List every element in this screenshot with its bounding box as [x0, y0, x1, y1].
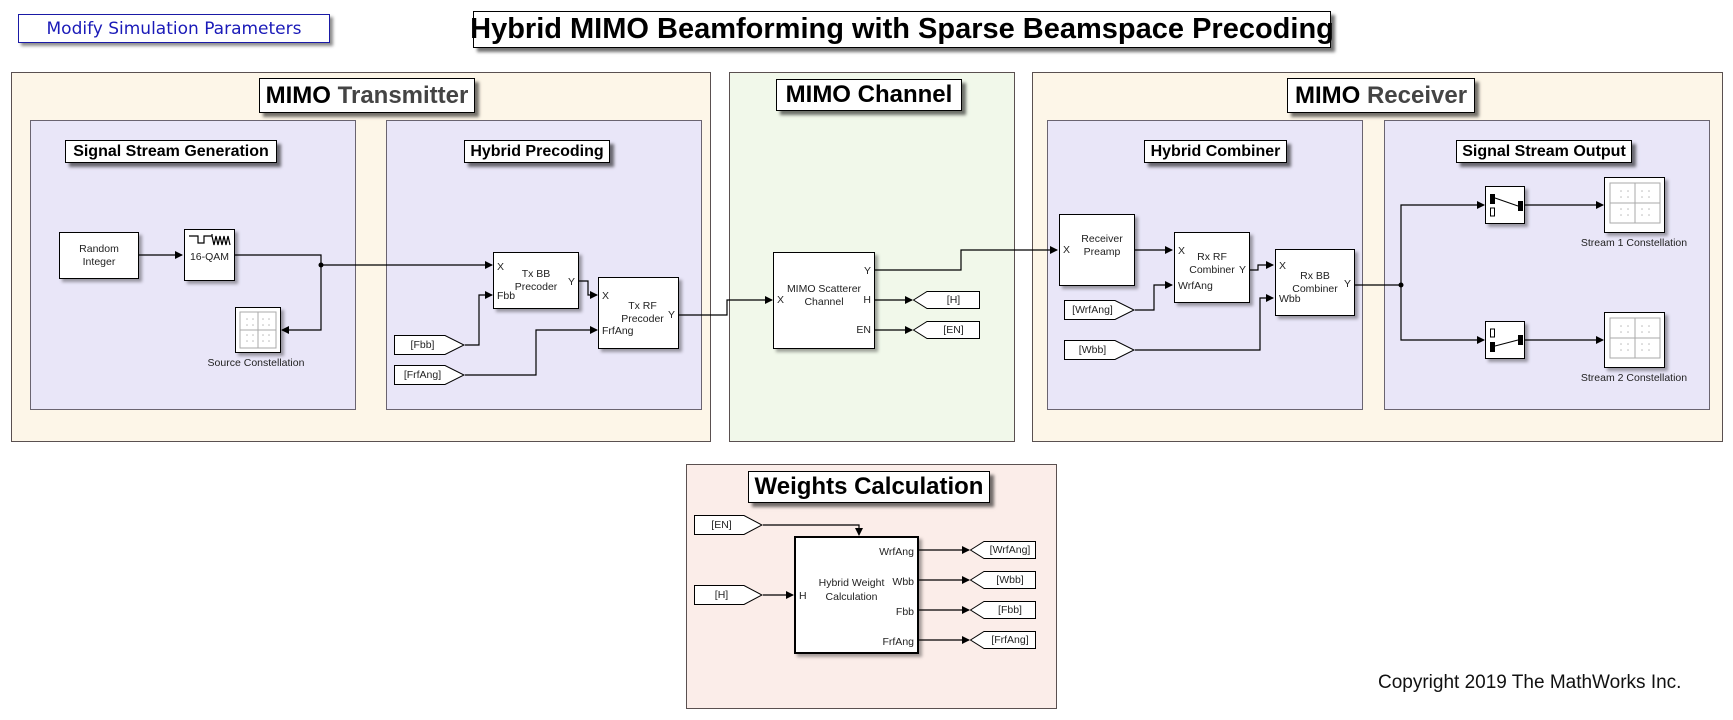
copyright-notice: Copyright 2019 The MathWorks Inc.: [1378, 672, 1682, 693]
from-tag-h-label: [H]: [714, 589, 729, 601]
wire-wrfang-to-rxrf: [1135, 281, 1173, 311]
from-tag-fbb[interactable]: [Fbb]: [394, 335, 466, 355]
goto-tag-fbb-label: [Fbb]: [998, 604, 1022, 616]
wire-txbb-to-txrf: [579, 280, 598, 299]
tx-bb-line2: Precoder: [514, 280, 558, 293]
from-tag-wrfang-label: [WrfAng]: [1072, 304, 1113, 316]
hybrid-weight-line2: Calculation: [825, 590, 878, 603]
branch-point-rx: [1398, 282, 1404, 288]
stream1-constellation-scope[interactable]: [1604, 177, 1665, 233]
channel-line2: Channel: [804, 295, 844, 308]
wire-qam-out: [235, 254, 322, 265]
modulation-waveform-icon: [189, 234, 231, 246]
channel-line1: MIMO Scatterer: [786, 282, 862, 295]
goto-tag-wbb-label: [Wbb]: [996, 574, 1024, 586]
rx-rf-port-wrfang: WrfAng: [1178, 280, 1213, 292]
wire-fbb-to-txbb: [465, 291, 493, 346]
goto-tag-en-label: [EN]: [943, 324, 964, 336]
from-tag-en-label: [EN]: [711, 519, 732, 531]
selector-stream2-block[interactable]: [1485, 321, 1525, 359]
from-tag-wrfang[interactable]: [WrfAng]: [1064, 300, 1136, 320]
hybrid-weight-port-fbb: Fbb: [895, 606, 914, 618]
goto-tag-frfang[interactable]: [FrfAng]: [969, 631, 1036, 649]
wire-en-to-weights: [763, 524, 863, 536]
random-integer-block[interactable]: Random Integer: [59, 232, 139, 279]
from-tag-wbb[interactable]: [Wbb]: [1064, 340, 1136, 360]
constellation-scope-icon: [1609, 317, 1661, 359]
rx-bb-combiner-block[interactable]: X Wbb Y Rx BB Combiner: [1275, 249, 1355, 316]
tx-bb-line1: Tx BB: [521, 267, 551, 280]
rx-rf-line1: Rx RF: [1197, 250, 1227, 263]
stream2-constellation-scope[interactable]: [1604, 312, 1665, 368]
wire-to-selector1: [1400, 201, 1485, 285]
goto-tag-wbb[interactable]: [Wbb]: [969, 571, 1036, 589]
mimo-scatterer-channel-block[interactable]: X Y H EN MIMO Scatterer Channel: [773, 252, 875, 349]
tx-rf-precoder-block[interactable]: X FrfAng Y Tx RF Precoder: [598, 277, 679, 349]
wire-frfang-to-txrf: [465, 326, 598, 376]
source-constellation-label: Source Constellation: [207, 357, 305, 369]
hybrid-weight-calculation-block[interactable]: H WrfAng Wbb Fbb FrfAng Hybrid Weight Cal…: [794, 536, 919, 654]
stream1-constellation-label: Stream 1 Constellation: [1580, 237, 1688, 249]
selector-stream1-block[interactable]: [1485, 186, 1525, 224]
goto-tag-en[interactable]: [EN]: [912, 321, 980, 339]
selector-icon: [1490, 328, 1523, 352]
wire-to-selector2: [1400, 285, 1485, 344]
wire-rxrf-to-rxbb: [1250, 261, 1274, 271]
goto-tag-h-label: [H]: [946, 294, 961, 306]
goto-tag-fbb[interactable]: [Fbb]: [969, 601, 1036, 619]
hybrid-weight-port-wrfang: WrfAng: [879, 546, 914, 558]
tx-rf-line2: Precoder: [621, 313, 664, 325]
hybrid-weight-line1: Hybrid Weight: [818, 577, 885, 590]
rx-bb-line1: Rx BB: [1300, 269, 1330, 282]
rx-bb-line2: Combiner: [1292, 282, 1338, 295]
preamp-line2: Preamp: [1083, 245, 1121, 258]
preamp-line1: Receiver: [1081, 232, 1123, 245]
qam-label: 16-QAM: [189, 251, 230, 263]
receiver-preamp-block[interactable]: X Receiver Preamp: [1059, 214, 1135, 286]
stream2-constellation-label: Stream 2 Constellation: [1580, 372, 1688, 384]
random-integer-line1: Random: [79, 242, 119, 255]
random-integer-line2: Integer: [82, 255, 116, 268]
from-tag-frfang[interactable]: [FrfAng]: [394, 365, 466, 385]
wire-wbb-to-rxbb: [1135, 294, 1274, 351]
tx-bb-precoder-block[interactable]: X Fbb Y Tx BB Precoder: [493, 252, 579, 309]
from-tag-shape: [694, 585, 764, 605]
from-tag-en[interactable]: [EN]: [694, 515, 764, 535]
wire-to-source-scope: [281, 265, 322, 334]
channel-port-y: Y: [863, 265, 871, 277]
rx-rf-combiner-block[interactable]: X WrfAng Y Rx RF Combiner: [1174, 232, 1250, 303]
hybrid-weight-port-frfang: FrfAng: [882, 636, 914, 648]
rx-rf-line2: Combiner: [1189, 264, 1235, 277]
constellation-scope-icon: [239, 311, 277, 349]
goto-tag-wrfang[interactable]: [WrfAng]: [969, 541, 1036, 559]
from-tag-fbb-label: [Fbb]: [410, 339, 435, 351]
tx-rf-port-frfang: FrfAng: [602, 325, 634, 337]
selector-icon: [1490, 194, 1523, 217]
qam-modulator-block[interactable]: 16-QAM: [184, 229, 235, 281]
tx-rf-line1: Tx RF: [628, 299, 657, 312]
branch-point-tx: [318, 262, 324, 268]
goto-tag-frfang-label: [FrfAng]: [991, 634, 1029, 646]
wire-txrf-to-channel: [679, 296, 773, 316]
source-constellation-scope[interactable]: [235, 307, 281, 353]
from-tag-wbb-label: [Wbb]: [1078, 344, 1107, 356]
from-tag-h[interactable]: [H]: [694, 585, 764, 605]
goto-tag-h[interactable]: [H]: [912, 291, 980, 309]
channel-port-en: EN: [856, 324, 871, 336]
constellation-scope-icon: [1609, 182, 1661, 224]
goto-tag-wrfang-label: [WrfAng]: [989, 544, 1031, 556]
wire-channel-to-preamp: [875, 246, 1058, 271]
from-tag-frfang-label: [FrfAng]: [403, 369, 442, 381]
